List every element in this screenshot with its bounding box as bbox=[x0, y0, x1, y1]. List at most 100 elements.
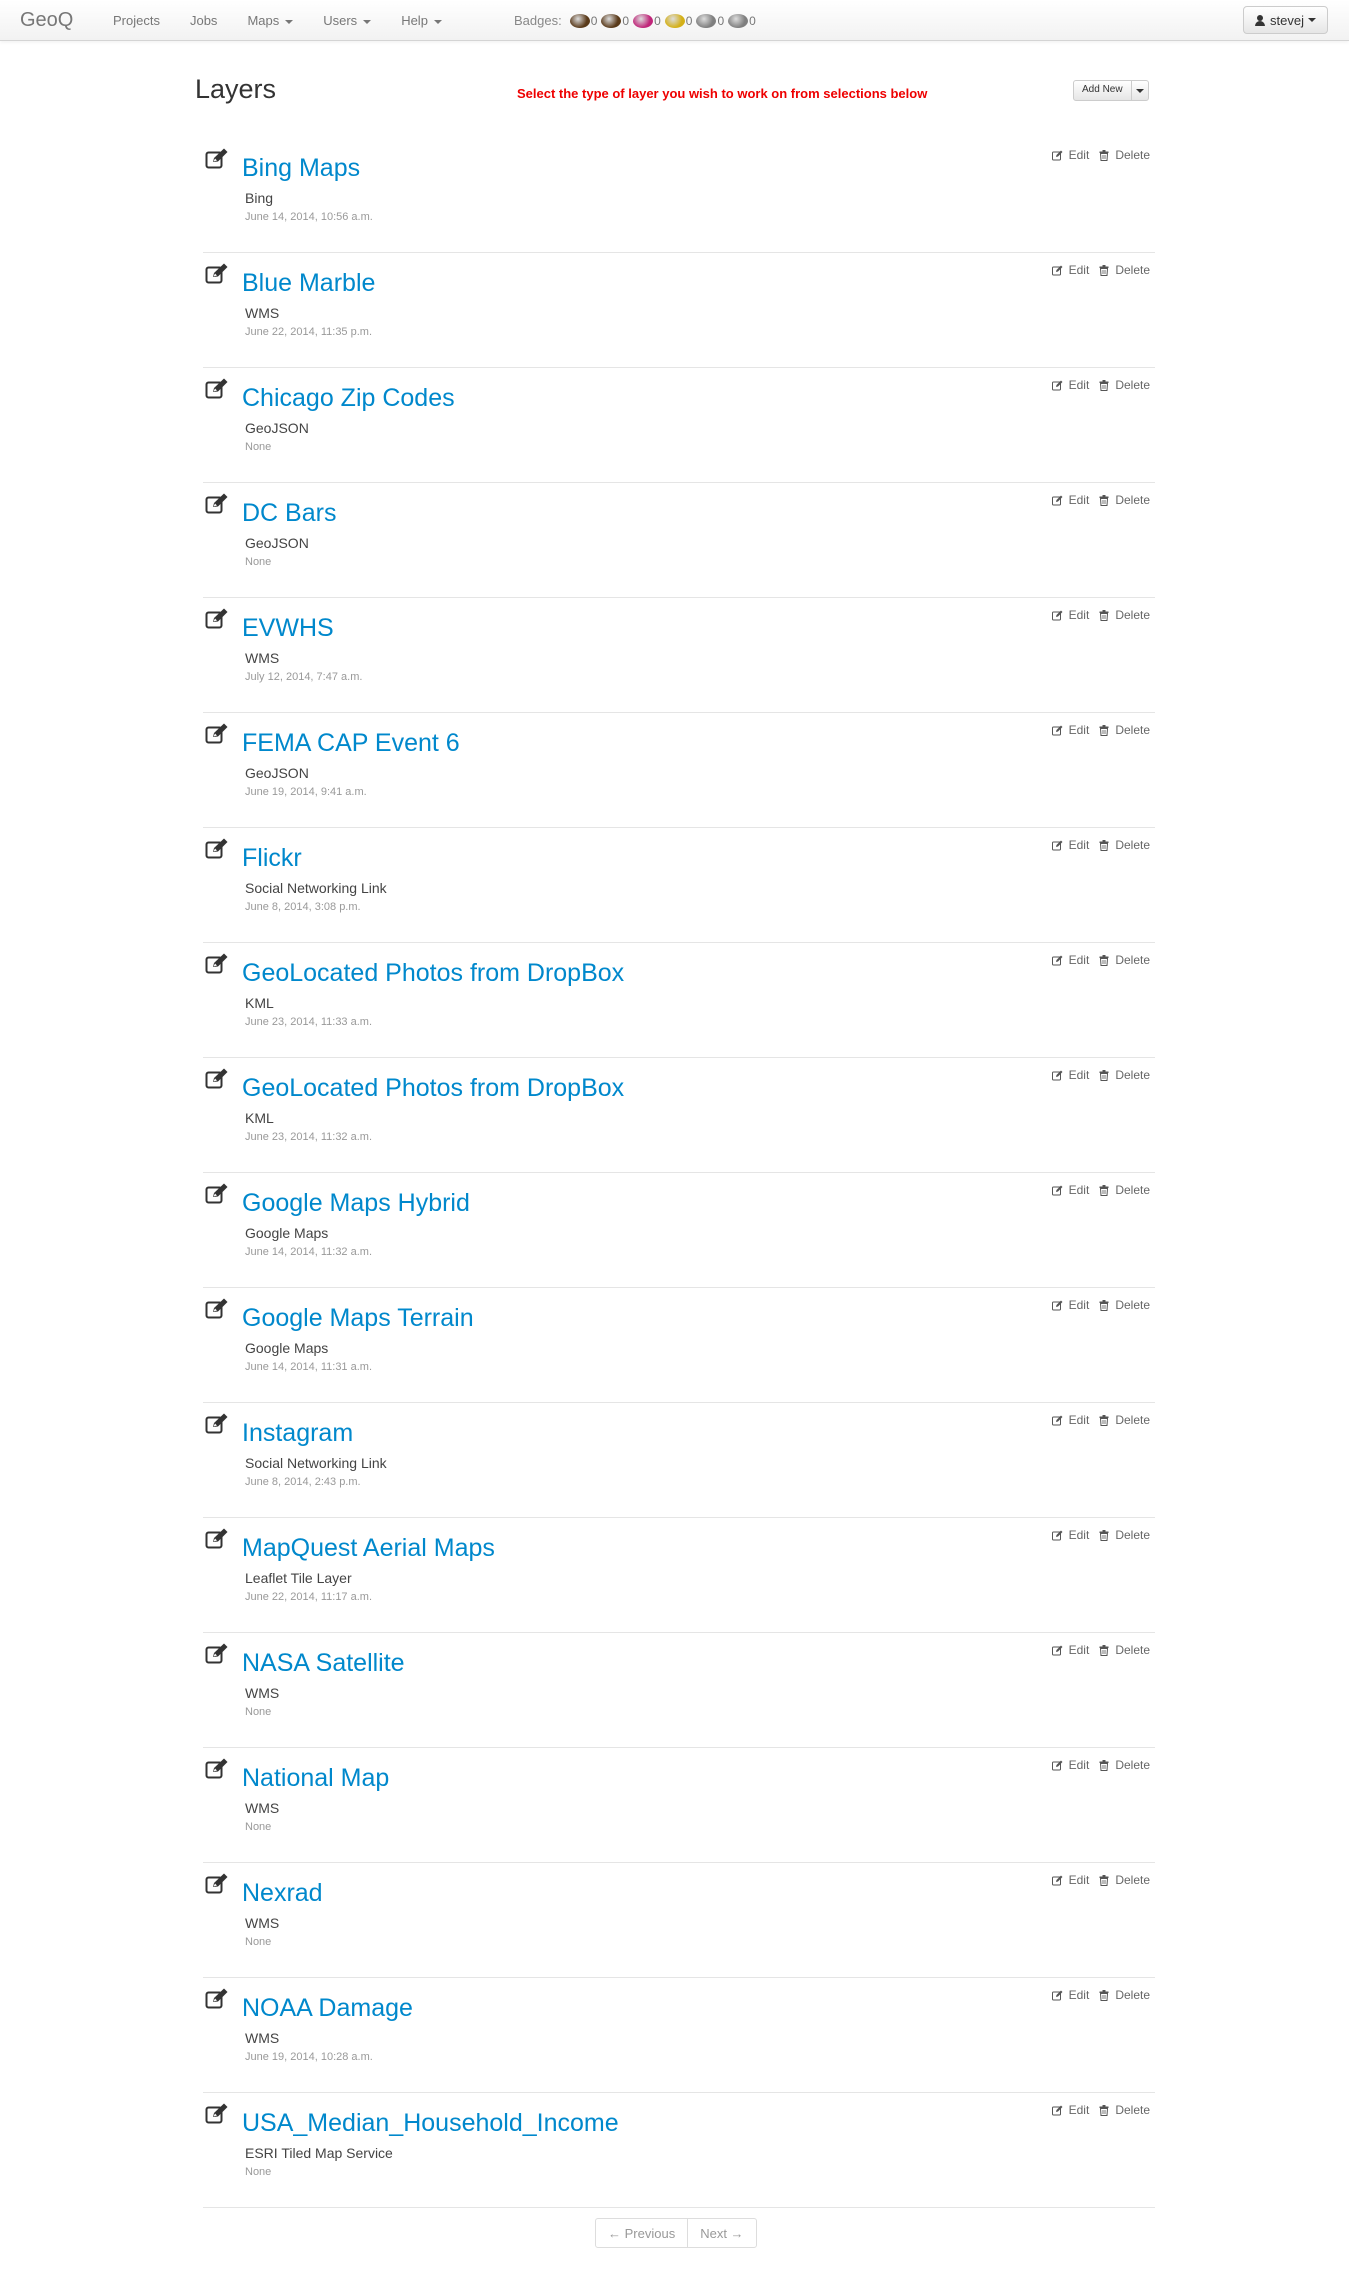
badge-item[interactable]: 0 bbox=[569, 13, 597, 28]
delete-link[interactable]: Delete bbox=[1099, 1068, 1150, 1082]
layer-name-link[interactable]: Instagram bbox=[242, 1419, 353, 1448]
delete-link[interactable]: Delete bbox=[1099, 608, 1150, 622]
previous-page-button[interactable]: ← Previous bbox=[596, 2219, 687, 2247]
layer-name-link[interactable]: Blue Marble bbox=[242, 269, 375, 298]
layer-name-link[interactable]: MapQuest Aerial Maps bbox=[242, 1534, 495, 1563]
next-page-button[interactable]: Next → bbox=[687, 2219, 755, 2247]
edit-link[interactable]: Edit bbox=[1051, 1873, 1089, 1887]
layer-name-link[interactable]: NOAA Damage bbox=[242, 1994, 413, 2023]
layer-name-link[interactable]: Nexrad bbox=[242, 1879, 323, 1908]
layer-date: June 8, 2014, 2:43 p.m. bbox=[245, 1476, 361, 1488]
layer-name-link[interactable]: FEMA CAP Event 6 bbox=[242, 729, 460, 758]
layer-name-link[interactable]: NASA Satellite bbox=[242, 1649, 405, 1678]
layer-row: GeoLocated Photos from DropBox KML June 23… bbox=[203, 943, 1155, 1058]
add-new-dropdown-toggle[interactable] bbox=[1132, 81, 1148, 100]
edit-square-icon[interactable] bbox=[205, 1873, 229, 1895]
edit-label: Edit bbox=[1068, 1298, 1090, 1312]
edit-square-icon[interactable] bbox=[205, 263, 229, 285]
edit-label: Edit bbox=[1068, 1643, 1090, 1657]
edit-link[interactable]: Edit bbox=[1051, 723, 1089, 737]
edit-square-icon[interactable] bbox=[205, 953, 229, 975]
layer-name-link[interactable]: GeoLocated Photos from DropBox bbox=[242, 1074, 624, 1103]
layer-name-link[interactable]: Google Maps Terrain bbox=[242, 1304, 474, 1333]
nav-projects[interactable]: Projects bbox=[98, 13, 175, 28]
delete-link[interactable]: Delete bbox=[1099, 723, 1150, 737]
delete-link[interactable]: Delete bbox=[1099, 953, 1150, 967]
edit-square-icon[interactable] bbox=[205, 838, 229, 860]
edit-link[interactable]: Edit bbox=[1051, 1413, 1089, 1427]
layer-name-link[interactable]: National Map bbox=[242, 1764, 389, 1793]
edit-square-icon[interactable] bbox=[205, 148, 229, 170]
delete-link[interactable]: Delete bbox=[1099, 1528, 1150, 1542]
delete-link[interactable]: Delete bbox=[1099, 1988, 1150, 2002]
nav-users-dropdown[interactable]: Users bbox=[308, 13, 386, 28]
edit-square-icon[interactable] bbox=[205, 1298, 229, 1320]
delete-link[interactable]: Delete bbox=[1099, 1758, 1150, 1772]
edit-link[interactable]: Edit bbox=[1051, 838, 1089, 852]
delete-link[interactable]: Delete bbox=[1099, 263, 1150, 277]
add-new-button[interactable]: Add New bbox=[1073, 80, 1149, 101]
delete-link[interactable]: Delete bbox=[1099, 1183, 1150, 1197]
edit-square-icon[interactable] bbox=[205, 608, 229, 630]
edit-link[interactable]: Edit bbox=[1051, 1643, 1090, 1657]
layer-name-link[interactable]: Flickr bbox=[242, 844, 302, 873]
layer-name-link[interactable]: EVWHS bbox=[242, 614, 334, 643]
edit-square-icon[interactable] bbox=[205, 1183, 229, 1205]
delete-link[interactable]: Delete bbox=[1099, 1413, 1150, 1427]
edit-link[interactable]: Edit bbox=[1051, 493, 1090, 507]
edit-link[interactable]: Edit bbox=[1051, 1528, 1089, 1542]
edit-square-icon[interactable] bbox=[205, 1068, 229, 1090]
edit-link[interactable]: Edit bbox=[1051, 953, 1089, 967]
delete-label: Delete bbox=[1115, 723, 1150, 737]
edit-square-icon[interactable] bbox=[205, 1528, 229, 1550]
edit-link[interactable]: Edit bbox=[1051, 263, 1089, 277]
edit-link[interactable]: Edit bbox=[1051, 1988, 1089, 2002]
edit-link[interactable]: Edit bbox=[1051, 148, 1089, 162]
delete-link[interactable]: Delete bbox=[1099, 1873, 1150, 1887]
delete-link[interactable]: Delete bbox=[1099, 1643, 1150, 1657]
layer-name-link[interactable]: USA_Median_Household_Income bbox=[242, 2109, 619, 2138]
badge-item[interactable]: 0 bbox=[601, 13, 629, 28]
edit-square-icon[interactable] bbox=[205, 1758, 229, 1780]
user-menu-button[interactable]: stevej bbox=[1243, 6, 1328, 34]
badge-item[interactable]: 0 bbox=[696, 13, 724, 28]
layer-name-link[interactable]: Chicago Zip Codes bbox=[242, 384, 455, 413]
edit-square-icon[interactable] bbox=[205, 1988, 229, 2010]
delete-link[interactable]: Delete bbox=[1099, 1298, 1150, 1312]
caret-down-icon bbox=[363, 19, 372, 24]
edit-square-icon[interactable] bbox=[205, 2103, 229, 2125]
layer-type: GeoJSON bbox=[245, 765, 309, 781]
delete-link[interactable]: Delete bbox=[1099, 378, 1150, 392]
edit-link[interactable]: Edit bbox=[1051, 1068, 1089, 1082]
delete-link[interactable]: Delete bbox=[1099, 838, 1150, 852]
nav-help-dropdown[interactable]: Help bbox=[386, 13, 457, 28]
edit-link[interactable]: Edit bbox=[1051, 2103, 1089, 2117]
top-navbar: GeoQ Projects Jobs Maps Users Help Badge… bbox=[0, 0, 1349, 41]
layer-name-link[interactable]: DC Bars bbox=[242, 499, 336, 528]
edit-link[interactable]: Edit bbox=[1051, 378, 1089, 392]
edit-link[interactable]: Edit bbox=[1051, 1298, 1090, 1312]
edit-square-icon[interactable] bbox=[205, 1643, 229, 1665]
edit-square-icon[interactable] bbox=[205, 1413, 229, 1435]
brand-logo[interactable]: GeoQ bbox=[20, 9, 73, 32]
edit-square-icon[interactable] bbox=[205, 723, 229, 745]
edit-link[interactable]: Edit bbox=[1051, 1183, 1089, 1197]
badge-item[interactable]: 0 bbox=[633, 13, 661, 28]
delete-link[interactable]: Delete bbox=[1099, 2103, 1150, 2117]
edit-link[interactable]: Edit bbox=[1051, 1758, 1089, 1772]
layer-name-link[interactable]: GeoLocated Photos from DropBox bbox=[242, 959, 624, 988]
edit-link[interactable]: Edit bbox=[1051, 608, 1089, 622]
badge-item[interactable]: 0 bbox=[664, 13, 692, 28]
edit-square-icon[interactable] bbox=[205, 378, 229, 400]
edit-label: Edit bbox=[1068, 493, 1090, 507]
nav-maps-dropdown[interactable]: Maps bbox=[232, 13, 308, 28]
delete-link[interactable]: Delete bbox=[1099, 493, 1150, 507]
badge-item[interactable]: 0 bbox=[728, 13, 756, 28]
row-actions: Edit Delete bbox=[1042, 1988, 1150, 2002]
layer-name-link[interactable]: Google Maps Hybrid bbox=[242, 1189, 470, 1218]
delete-link[interactable]: Delete bbox=[1099, 148, 1150, 162]
edit-square-icon[interactable] bbox=[205, 493, 229, 515]
layer-type: Social Networking Link bbox=[245, 880, 387, 896]
layer-name-link[interactable]: Bing Maps bbox=[242, 154, 360, 183]
nav-jobs[interactable]: Jobs bbox=[175, 13, 232, 28]
